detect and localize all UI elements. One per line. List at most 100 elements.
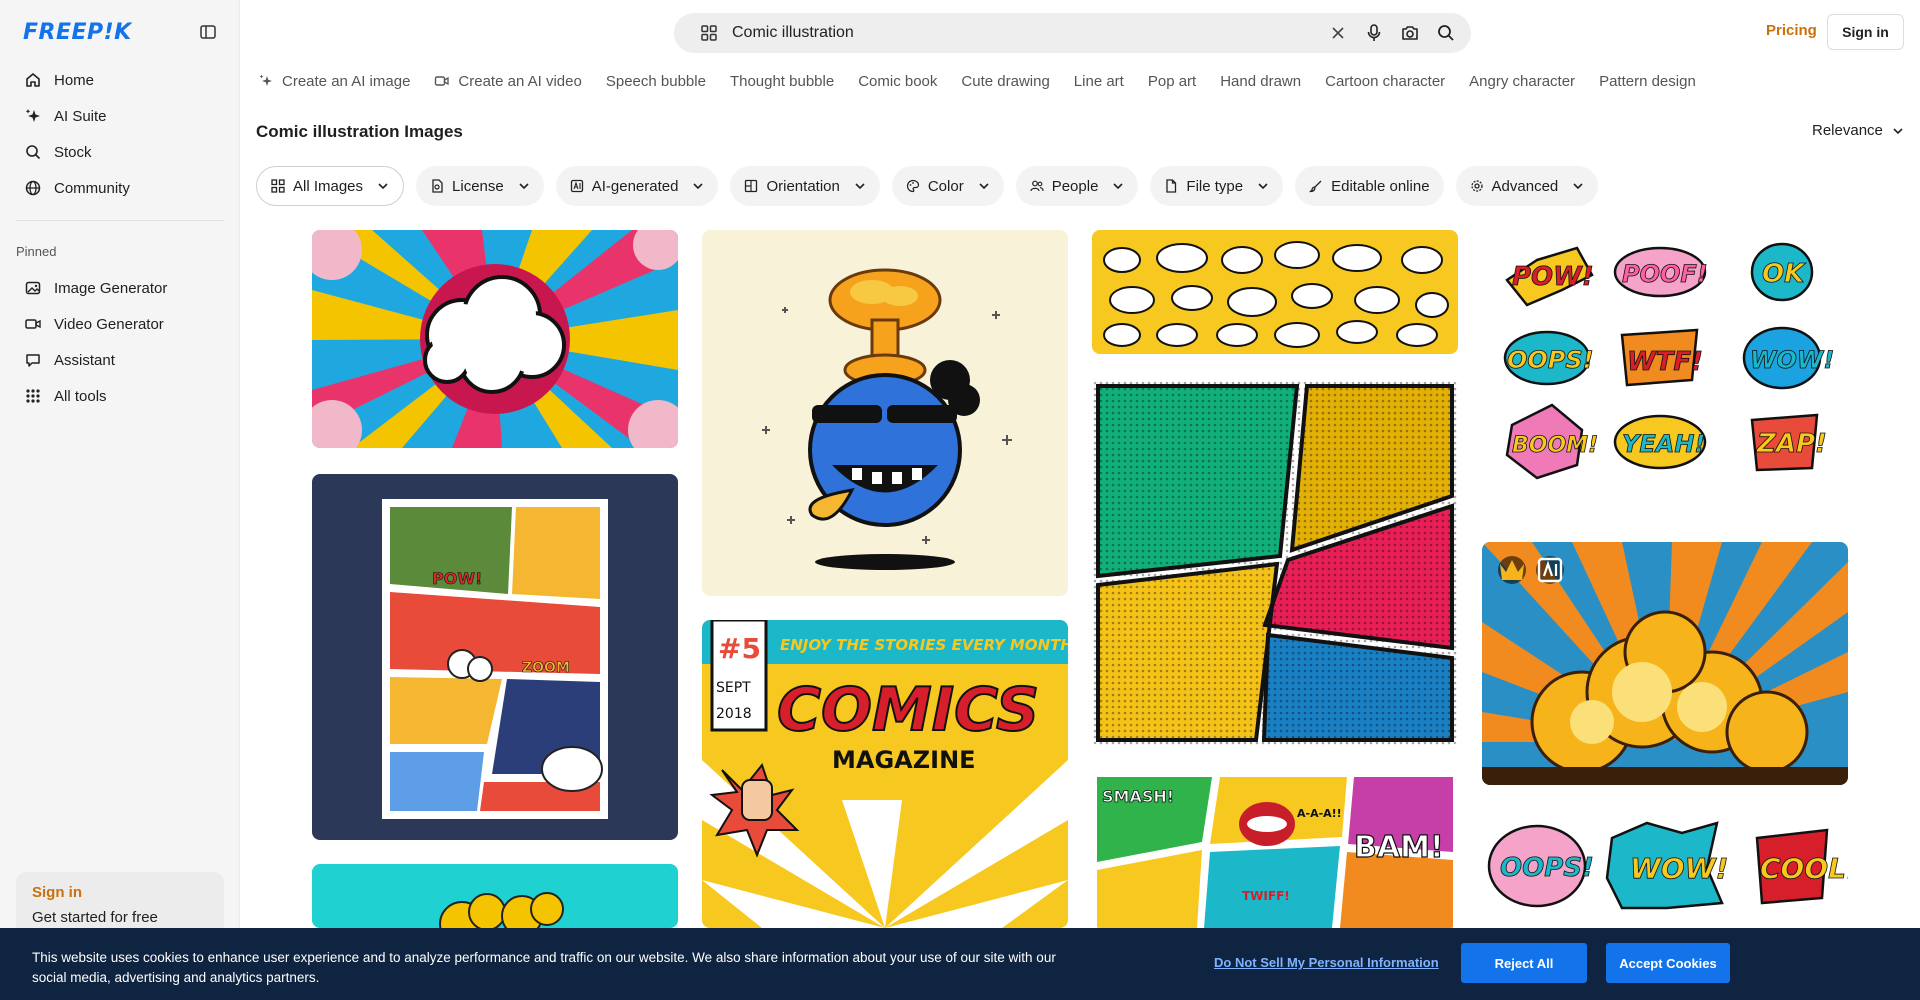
- pinned-heading: Pinned: [16, 244, 57, 259]
- file-icon: [1166, 179, 1177, 193]
- reject-all-button[interactable]: Reject All: [1461, 943, 1587, 983]
- image-card-speech-bubbles-set[interactable]: [1092, 230, 1458, 354]
- chevron-down-icon: [1258, 183, 1268, 190]
- palette-icon: [906, 179, 919, 193]
- nav-item-all-tools[interactable]: All tools: [16, 378, 224, 414]
- filter-bar: All Images License AI-generated Orientat…: [256, 166, 1599, 206]
- strip-word: TWIFF!: [1242, 889, 1290, 903]
- nav-item-stock[interactable]: Stock: [16, 134, 224, 170]
- pricing-link[interactable]: Pricing: [1766, 22, 1817, 39]
- magazine-number: #5: [718, 632, 761, 665]
- suggestion-pop-art[interactable]: Pop art: [1148, 73, 1196, 90]
- suggestion-hand-drawn[interactable]: Hand drawn: [1220, 73, 1301, 90]
- comic-page-layout-image: POW! ZOOM: [312, 474, 678, 840]
- nav-label: Community: [54, 179, 130, 197]
- magazine-tagline: ENJOY THE STORIES EVERY MONTH: [780, 636, 1068, 654]
- nav-label: All tools: [54, 387, 107, 405]
- freepik-logo[interactable]: FREEP!K: [23, 20, 132, 45]
- image-card-comic-page[interactable]: POW! ZOOM: [312, 474, 678, 840]
- page-title: Comic illustration Images: [256, 122, 463, 141]
- sort-dropdown[interactable]: Relevance: [1812, 122, 1903, 139]
- nav-item-video-generator[interactable]: Video Generator: [16, 306, 224, 342]
- suggestion-create-ai-image[interactable]: Create an AI image: [258, 73, 410, 90]
- filter-orientation[interactable]: Orientation: [730, 166, 880, 206]
- chevron-down-icon: [1113, 183, 1123, 190]
- image-card-comics-magazine[interactable]: #5 SEPT 2018 ENJOY THE STORIES EVERY MON…: [702, 620, 1068, 928]
- sticker-word: OOPS!: [1507, 346, 1594, 374]
- suggestion-thought-bubble[interactable]: Thought bubble: [730, 73, 834, 90]
- image-card-exploding-head[interactable]: [702, 230, 1068, 596]
- clear-icon[interactable]: [1329, 24, 1347, 42]
- search-bar: [674, 13, 1471, 53]
- filter-people[interactable]: People: [1015, 166, 1139, 206]
- sidebar: FREEP!K Home AI Suite Stock Community Pi…: [0, 0, 240, 1000]
- nav-label: AI Suite: [54, 107, 107, 125]
- comic-page-word: ZOOM: [522, 660, 570, 676]
- globe-icon: [25, 180, 41, 196]
- filter-color[interactable]: Color: [891, 166, 1004, 206]
- filter-license[interactable]: License: [416, 166, 544, 206]
- chevron-down-icon: [979, 183, 989, 190]
- sticker-word: YEAH!: [1622, 430, 1705, 458]
- image-card-explosion-cloud[interactable]: [312, 230, 678, 448]
- sidebar-collapse-icon[interactable]: [198, 22, 218, 42]
- suggestion-cute-drawing[interactable]: Cute drawing: [961, 73, 1049, 90]
- search-type-icon[interactable]: [700, 24, 718, 42]
- orientation-icon: [745, 179, 758, 193]
- suggestion-comic-book[interactable]: Comic book: [858, 73, 937, 90]
- suggestion-angry-character[interactable]: Angry character: [1469, 73, 1575, 90]
- premium-crown-icon: [1498, 556, 1526, 584]
- sticker-word: COOL!: [1760, 852, 1848, 885]
- chevron-down-icon: [519, 183, 529, 190]
- sticker-word: WOW!: [1630, 852, 1728, 885]
- filter-editable-online[interactable]: Editable online: [1295, 166, 1444, 206]
- suggestion-line-art[interactable]: Line art: [1074, 73, 1124, 90]
- nav-label: Video Generator: [54, 315, 164, 333]
- search-input[interactable]: [732, 24, 1329, 42]
- do-not-sell-link[interactable]: Do Not Sell My Personal Information: [1214, 955, 1439, 970]
- image-card-halftone-panels[interactable]: [1092, 380, 1458, 746]
- nav-item-home[interactable]: Home: [16, 62, 224, 98]
- exploding-head-character-image: [702, 230, 1068, 596]
- microphone-icon[interactable]: [1365, 24, 1383, 42]
- image-card-explosion-burst[interactable]: [1482, 542, 1848, 785]
- image-card-pow-stickers[interactable]: POW! POOF! OK OOPS! WTF! WOW! BOOM! YEAH…: [1482, 230, 1848, 512]
- image-card-teal-clouds[interactable]: [312, 864, 678, 928]
- sticker-word: WTF!: [1627, 347, 1703, 377]
- comic-page-word: POW!: [432, 569, 482, 588]
- halftone-comic-panels-image: [1092, 380, 1458, 746]
- camera-icon[interactable]: [1401, 24, 1419, 42]
- teal-cloud-image: [312, 864, 678, 928]
- filter-advanced[interactable]: Advanced: [1455, 166, 1599, 206]
- nav-label: Home: [54, 71, 95, 89]
- image-card-cool-stickers[interactable]: OOPS! WOW! COOL!: [1482, 808, 1848, 928]
- suggestion-speech-bubble[interactable]: Speech bubble: [606, 73, 706, 90]
- image-card-comic-strip[interactable]: SMASH! A-A-A!! BAM! TWIFF!: [1092, 772, 1458, 928]
- strip-word: A-A-A!!: [1297, 807, 1342, 820]
- filter-ai-generated[interactable]: AI-generated: [555, 166, 719, 206]
- sparkle-icon: [259, 74, 272, 86]
- brush-icon: [1309, 180, 1322, 193]
- suggestion-cartoon-character[interactable]: Cartoon character: [1325, 73, 1445, 90]
- signin-button[interactable]: Sign in: [1827, 14, 1904, 50]
- nav-label: Stock: [54, 143, 92, 161]
- comic-sound-stickers-image: POW! POOF! OK OOPS! WTF! WOW! BOOM! YEAH…: [1482, 230, 1848, 512]
- suggestion-pattern-design[interactable]: Pattern design: [1599, 73, 1696, 90]
- video-icon: [435, 76, 450, 86]
- accept-cookies-button[interactable]: Accept Cookies: [1606, 943, 1730, 983]
- filter-all-images[interactable]: All Images: [256, 166, 405, 206]
- video-icon: [25, 319, 41, 329]
- ai-generated-icon: [1536, 556, 1564, 584]
- strip-word: BAM!: [1354, 830, 1444, 865]
- chevron-down-icon: [693, 183, 704, 190]
- nav-item-image-generator[interactable]: Image Generator: [16, 270, 224, 306]
- nav-item-community[interactable]: Community: [16, 170, 224, 206]
- nav-label: Image Generator: [54, 279, 168, 297]
- nav-item-ai-suite[interactable]: AI Suite: [16, 98, 224, 134]
- nav-item-assistant[interactable]: Assistant: [16, 342, 224, 378]
- search-icon[interactable]: [1437, 24, 1455, 42]
- suggestion-create-ai-video[interactable]: Create an AI video: [434, 73, 582, 90]
- filter-file-type[interactable]: File type: [1150, 166, 1284, 206]
- signin-card-link[interactable]: Sign in: [32, 884, 208, 901]
- magazine-year: 2018: [716, 706, 752, 722]
